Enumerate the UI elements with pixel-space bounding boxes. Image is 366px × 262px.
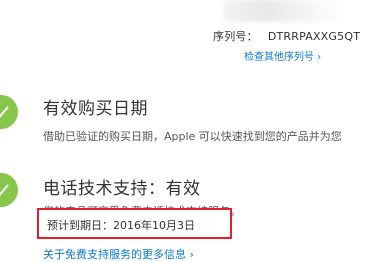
serial-number-label: 序列号：	[213, 30, 258, 43]
purchase-date-description: 借助已验证的购买日期，Apple 可以快速找到您的产品并为您	[43, 130, 342, 143]
phone-support-title: 电话技术支持：有效	[43, 179, 201, 199]
serial-section: 序列号： DTRRPAXXG5QT 检查其他序列号 ›	[0, 0, 366, 78]
check-icon	[0, 173, 18, 207]
product-image-blurred	[224, 0, 344, 22]
serial-number-value: DTRRPAXXG5QT	[267, 30, 361, 43]
check-icon	[0, 95, 18, 129]
purchase-date-title: 有效购买日期	[43, 99, 148, 119]
serial-number-row: 序列号： DTRRPAXXG5QT	[213, 28, 360, 44]
free-support-more-info-link[interactable]: 关于免费支持服务的更多信息 ›	[43, 246, 194, 262]
expiry-date-text: 预计到期日：2016年10月3日	[47, 219, 195, 232]
expiry-date-highlight: 预计到期日：2016年10月3日	[37, 208, 232, 239]
check-other-serial-link[interactable]: 检查其他序列号 ›	[244, 48, 321, 63]
